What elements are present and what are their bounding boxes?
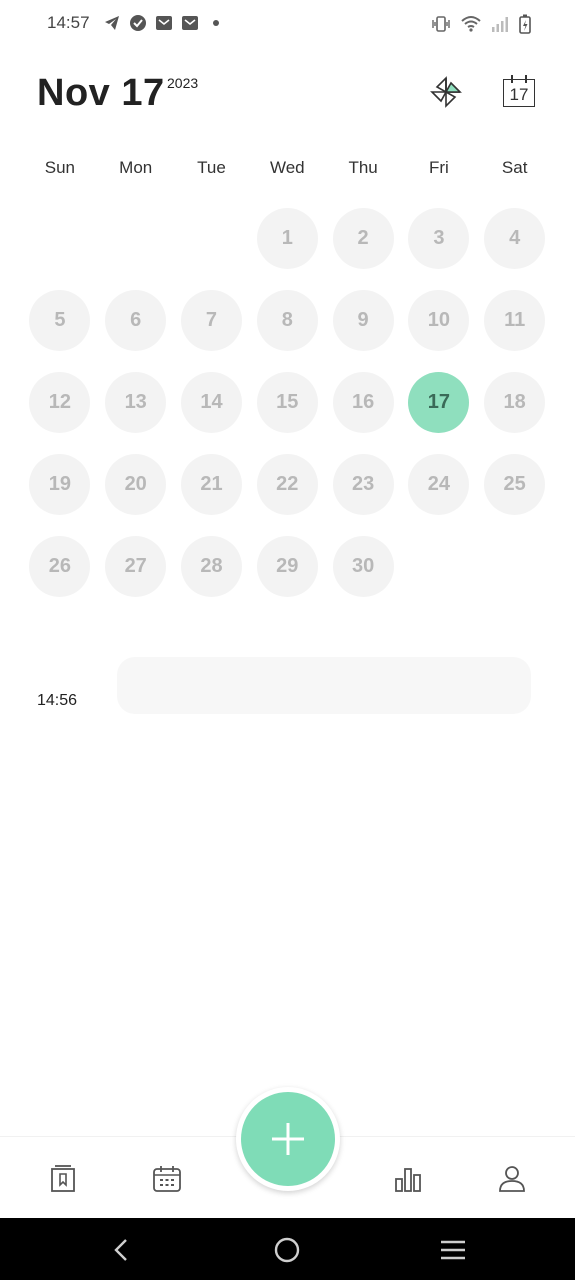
day-cell[interactable]: 26 bbox=[29, 536, 91, 597]
page-title-date: Nov 17 bbox=[37, 72, 165, 114]
day-cell[interactable]: 10 bbox=[408, 290, 470, 351]
day-cell[interactable]: 3 bbox=[408, 208, 470, 269]
add-button-fill bbox=[241, 1092, 335, 1186]
journal-icon[interactable] bbox=[47, 1163, 79, 1195]
day-cell[interactable]: 14 bbox=[180, 372, 242, 433]
day-cell[interactable]: 24 bbox=[408, 454, 470, 515]
day-cell[interactable]: 12 bbox=[29, 372, 91, 433]
day-cell[interactable]: 25 bbox=[484, 454, 546, 515]
home-icon[interactable] bbox=[272, 1235, 302, 1265]
entry-card[interactable] bbox=[117, 657, 531, 714]
pinwheel-icon[interactable] bbox=[428, 74, 464, 110]
day-cell[interactable]: 15 bbox=[256, 372, 318, 433]
telegram-icon bbox=[103, 14, 121, 32]
day-cell[interactable]: 13 bbox=[105, 372, 167, 433]
profile-icon[interactable] bbox=[496, 1163, 528, 1195]
status-bar: 14:57 bbox=[0, 0, 575, 48]
day-cell[interactable]: 5 bbox=[29, 290, 91, 351]
day-cell[interactable]: 2 bbox=[332, 208, 394, 269]
day-cell[interactable]: 20 bbox=[105, 454, 167, 515]
calendar-ring-left bbox=[511, 75, 513, 83]
weekday-label: Wed bbox=[269, 158, 305, 177]
day-cell[interactable]: 22 bbox=[256, 454, 318, 515]
month-grid: 1 2 3 4 5 6 7 8 9 10 11 12 13 14 15 16 1… bbox=[22, 208, 553, 618]
day-cell[interactable]: 29 bbox=[256, 536, 318, 597]
stats-icon[interactable] bbox=[392, 1163, 424, 1195]
mail-icon bbox=[181, 14, 199, 32]
day-cell[interactable]: 27 bbox=[105, 536, 167, 597]
day-cell[interactable]: 19 bbox=[29, 454, 91, 515]
empty-cell bbox=[98, 208, 174, 290]
add-button[interactable] bbox=[236, 1087, 340, 1191]
signal-icon bbox=[491, 15, 509, 38]
day-cell[interactable]: 9 bbox=[332, 290, 394, 351]
day-cell[interactable]: 16 bbox=[332, 372, 394, 433]
calendar-today-button[interactable]: 17 bbox=[503, 75, 537, 109]
day-cell[interactable]: 28 bbox=[180, 536, 242, 597]
system-status-icons bbox=[431, 14, 531, 39]
weekday-header: Sun Mon Tue Wed Thu Fri Sat bbox=[22, 158, 552, 178]
day-cell[interactable]: 4 bbox=[484, 208, 546, 269]
weekday-label: Thu bbox=[348, 158, 378, 177]
day-cell[interactable]: 7 bbox=[180, 290, 242, 351]
back-icon[interactable] bbox=[106, 1235, 136, 1265]
mail-icon bbox=[155, 14, 173, 32]
weekday-label: Fri bbox=[428, 158, 449, 177]
system-nav-bar bbox=[0, 1218, 575, 1280]
dot-icon bbox=[207, 14, 225, 32]
empty-cell bbox=[22, 208, 98, 290]
empty-cell bbox=[174, 208, 250, 290]
day-cell[interactable]: 11 bbox=[484, 290, 546, 351]
add-icon bbox=[272, 1123, 304, 1155]
weekday-label: Mon bbox=[119, 158, 153, 177]
day-cell-selected[interactable]: 17 bbox=[408, 372, 470, 433]
entry-time: 14:56 bbox=[37, 692, 78, 709]
weekday-label: Sat bbox=[501, 158, 528, 177]
vibrate-icon bbox=[431, 15, 451, 38]
year-label[interactable]: 2023 bbox=[167, 75, 198, 91]
day-cell[interactable]: 23 bbox=[332, 454, 394, 515]
weekday-label: Sun bbox=[44, 158, 76, 177]
check-circle-icon bbox=[129, 14, 147, 32]
calendar-icon[interactable] bbox=[151, 1163, 183, 1195]
status-time: 14:57 bbox=[47, 13, 90, 32]
calendar-icon-day: 17 bbox=[509, 85, 529, 104]
day-cell[interactable]: 21 bbox=[180, 454, 242, 515]
menu-icon[interactable] bbox=[438, 1235, 468, 1265]
notification-icons bbox=[103, 14, 225, 32]
day-cell[interactable]: 30 bbox=[332, 536, 394, 597]
day-cell[interactable]: 6 bbox=[105, 290, 167, 351]
day-cell[interactable]: 8 bbox=[256, 290, 318, 351]
weekday-label: Tue bbox=[197, 158, 226, 177]
calendar-ring-right bbox=[525, 75, 527, 83]
battery-charging-icon bbox=[519, 14, 531, 39]
wifi-icon bbox=[461, 15, 481, 38]
day-cell[interactable]: 1 bbox=[256, 208, 318, 269]
day-cell[interactable]: 18 bbox=[484, 372, 546, 433]
